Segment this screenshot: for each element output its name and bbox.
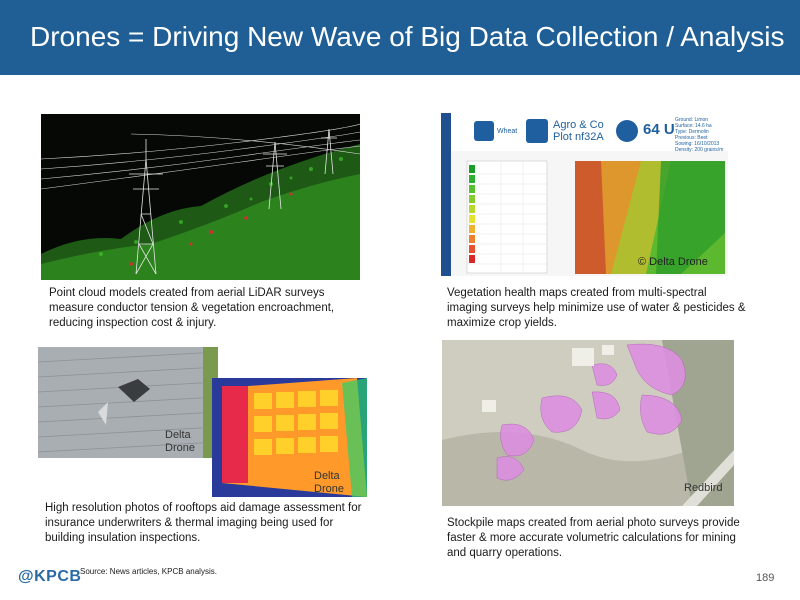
vegetation-caption: Vegetation health maps created from mult… xyxy=(447,287,746,329)
roof-watermark-2: Delta Drone xyxy=(314,470,344,495)
page-number: 189 xyxy=(756,572,775,584)
units-label: 64 U xyxy=(643,121,675,138)
stockpile-caption: Stockpile maps created from aerial photo… xyxy=(447,517,740,559)
plot-label: Plot nf32A xyxy=(553,131,604,143)
crop-label: Wheat xyxy=(497,128,518,135)
roof-caption: High resolution photos of rooftops aid d… xyxy=(45,502,362,544)
source-note: Source: News articles, KPCB analysis. xyxy=(80,567,217,576)
field-info: Ground: Limon Surface: 14.6 ha Type: Der… xyxy=(675,117,723,153)
delta-drone-watermark: © Delta Drone xyxy=(638,256,708,268)
lidar-image xyxy=(41,114,360,280)
stockpile-watermark: Redbird xyxy=(684,482,723,494)
vegetation-map-image: Wheat Agro & Co Plot nf32A 64 U Ground: … xyxy=(441,113,728,276)
page-title: Drones = Driving New Wave of Big Data Co… xyxy=(30,21,785,52)
kpcb-logo: @KPCB xyxy=(18,568,82,585)
roof-watermark-1: Delta Drone xyxy=(165,429,195,454)
field-info-line: Density: 200 grains/m xyxy=(675,147,724,153)
title-bar: Drones = Driving New Wave of Big Data Co… xyxy=(0,0,800,75)
lidar-caption: Point cloud models created from aerial L… xyxy=(49,287,335,329)
